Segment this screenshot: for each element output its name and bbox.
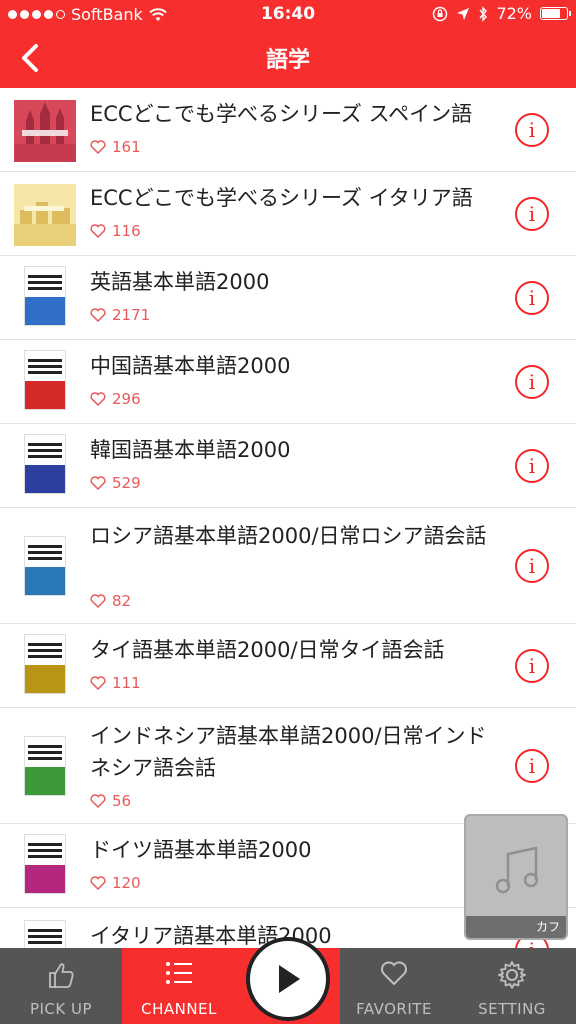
item-title: ドイツ語基本単語2000 [90, 838, 312, 862]
page-title: 語学 [265, 48, 310, 73]
book-cover-italian-2000 [24, 920, 66, 948]
book-cover-korean [24, 434, 66, 494]
info-button[interactable]: i [515, 197, 549, 231]
list-item[interactable]: 中国語基本単語2000 296 i [0, 340, 576, 424]
music-note-icon [495, 846, 539, 894]
info-button[interactable]: i [515, 649, 549, 683]
info-button[interactable]: i [515, 113, 549, 147]
item-title: 中国語基本単語2000 [90, 354, 291, 378]
list-item[interactable]: ロシア語基本単語2000/日常ロシア語会話 82 i [0, 508, 576, 624]
heart-icon [90, 308, 106, 322]
like-count: 82 [90, 592, 131, 610]
like-count: 2171 [90, 306, 150, 324]
status-bar: SoftBank 16:40 72% [0, 0, 576, 30]
heart-icon [90, 594, 106, 608]
bluetooth-icon [479, 5, 488, 22]
item-title: ロシア語基本単語2000/日常ロシア語会話 [90, 524, 487, 548]
book-cover-german [24, 834, 66, 894]
item-title: 韓国語基本単語2000 [90, 438, 291, 462]
play-button[interactable] [246, 937, 330, 1021]
list-item[interactable]: ECCどこでも学べるシリーズ スペイン語 161 i [0, 88, 576, 172]
book-cover-english [24, 266, 66, 326]
info-button[interactable]: i [515, 549, 549, 583]
heart-icon [90, 676, 106, 690]
gear-icon [498, 961, 526, 989]
like-count: 56 [90, 792, 131, 810]
thumbs-up-icon [49, 963, 74, 988]
book-cover-italian [14, 184, 76, 246]
heart-icon [90, 476, 106, 490]
item-title: 英語基本単語2000 [90, 270, 270, 294]
location-icon [457, 7, 470, 20]
tab-setting[interactable]: SETTING [448, 948, 576, 1024]
info-button[interactable]: i [515, 365, 549, 399]
heart-icon [90, 392, 106, 406]
heart-icon [381, 961, 407, 986]
list-item[interactable]: タイ語基本単語2000/日常タイ語会話 111 i [0, 624, 576, 708]
heart-icon [90, 794, 106, 808]
heart-icon [90, 140, 106, 154]
book-cover-thai [24, 634, 66, 694]
like-count: 296 [90, 390, 141, 408]
heart-icon [90, 224, 106, 238]
orientation-lock-icon [433, 6, 448, 21]
heart-icon [90, 876, 106, 890]
list-item[interactable]: インドネシア語基本単語2000/日常インドネシア語会話 56 i [0, 708, 576, 824]
list-item[interactable]: 英語基本単語2000 2171 i [0, 256, 576, 340]
like-count: 529 [90, 474, 141, 492]
battery-percent: 72% [496, 4, 532, 23]
like-count: 161 [90, 138, 141, 156]
mini-player[interactable]: カフ [464, 814, 568, 940]
top-bar: SoftBank 16:40 72% 語学 [0, 0, 576, 88]
mini-player-caption: カフ [466, 916, 566, 938]
list-item[interactable]: 韓国語基本単語2000 529 i [0, 424, 576, 508]
like-count: 116 [90, 222, 141, 240]
tab-channel[interactable]: CHANNEL [122, 948, 236, 1024]
tab-pickup[interactable]: PICK UP [0, 948, 122, 1024]
book-cover-spanish [14, 100, 76, 162]
list-icon [166, 962, 192, 984]
tab-favorite[interactable]: FAVORITE [340, 948, 448, 1024]
item-title: ECCどこでも学べるシリーズ スペイン語 [90, 102, 473, 126]
info-button[interactable]: i [515, 449, 549, 483]
item-title: タイ語基本単語2000/日常タイ語会話 [90, 638, 445, 662]
battery-icon [540, 7, 571, 20]
item-title: ECCどこでも学べるシリーズ イタリア語 [90, 186, 473, 210]
item-title: インドネシア語基本単語2000/日常インドネシア語会話 [90, 724, 487, 780]
play-icon [279, 965, 300, 993]
book-cover-indonesian [24, 736, 66, 796]
info-button[interactable]: i [515, 281, 549, 315]
book-cover-russian [24, 536, 66, 596]
list-item[interactable]: ECCどこでも学べるシリーズ イタリア語 116 i [0, 172, 576, 256]
book-cover-chinese [24, 350, 66, 410]
like-count: 120 [90, 874, 141, 892]
like-count: 111 [90, 674, 141, 692]
info-button[interactable]: i [515, 749, 549, 783]
